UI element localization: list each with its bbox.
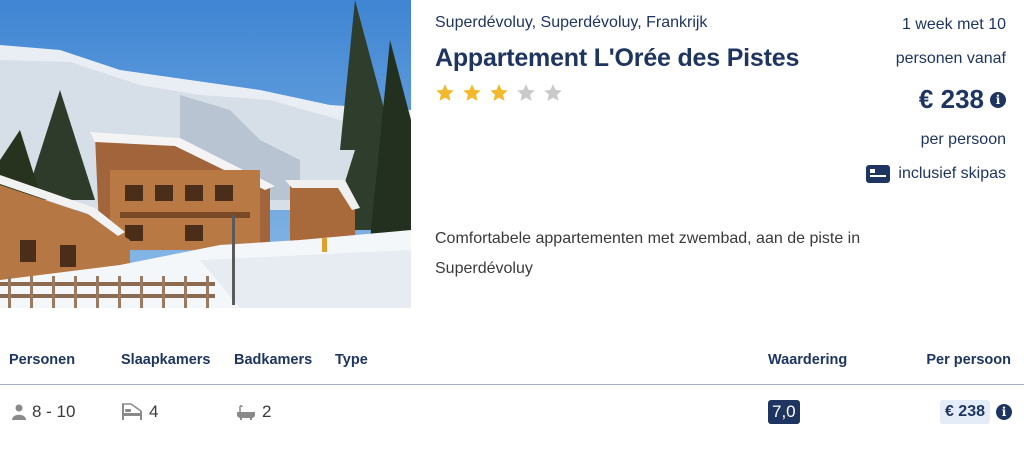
listing-location: Superdévoluy, Superdévoluy, Frankrijk	[435, 14, 708, 31]
header-bedrooms: Slaapkamers	[121, 352, 211, 368]
table-row[interactable]: 8 - 10 4 2 7,0 € 238 i	[0, 396, 1024, 428]
star-empty-icon	[544, 84, 562, 101]
price-duration: 1 week met 10	[901, 16, 1006, 33]
listing-title[interactable]: Appartement L'Orée des Pistes	[435, 44, 799, 73]
skipas-label: inclusief skipas	[898, 165, 1006, 182]
bathtub-icon	[237, 405, 255, 420]
price-amount: € 238	[918, 84, 984, 114]
header-divider	[0, 384, 1024, 385]
price-persons-from: personen vanaf	[895, 50, 1006, 67]
skipas-card-icon	[866, 165, 891, 183]
rating-badge: 7,0	[768, 400, 800, 424]
star-rating	[435, 83, 563, 103]
listing-photo[interactable]	[0, 0, 411, 308]
price-per-person: per persoon	[920, 131, 1006, 148]
price-amount-row: € 238 i	[826, 84, 1006, 115]
table-header: Personen Slaapkamers Badkamers Type Waar…	[0, 346, 1024, 384]
chalet-photo	[0, 0, 411, 308]
header-price: Per persoon	[926, 352, 1011, 368]
info-icon[interactable]: i	[990, 91, 1006, 108]
price-block: 1 week met 10 personen vanaf € 238 i per…	[826, 14, 1006, 183]
cell-bathrooms: 2	[236, 396, 271, 428]
cell-bedrooms: 4	[121, 396, 158, 428]
row-price-badge[interactable]: € 238	[939, 400, 990, 424]
bedrooms-value: 4	[149, 402, 159, 421]
cell-persons: 8 - 10	[12, 396, 75, 428]
star-empty-icon	[517, 84, 535, 101]
persons-value: 8 - 10	[32, 402, 76, 421]
skipas-included: inclusief skipas	[826, 165, 1006, 183]
bathrooms-value: 2	[262, 402, 272, 421]
person-icon	[12, 404, 26, 420]
header-rating: Waardering	[768, 352, 848, 368]
listing-description: Comfortabele appartementen met zwembad, …	[435, 230, 861, 277]
star-filled-icon	[463, 84, 481, 101]
star-filled-icon	[436, 84, 454, 101]
header-type: Type	[335, 352, 368, 368]
row-info-icon[interactable]: i	[996, 404, 1012, 420]
header-persons: Personen	[9, 352, 76, 368]
bed-icon	[122, 403, 142, 420]
cell-price: € 238 i	[939, 396, 1012, 428]
cell-rating: 7,0	[768, 396, 800, 428]
header-bathrooms: Badkamers	[234, 352, 313, 368]
star-filled-icon	[490, 84, 508, 101]
